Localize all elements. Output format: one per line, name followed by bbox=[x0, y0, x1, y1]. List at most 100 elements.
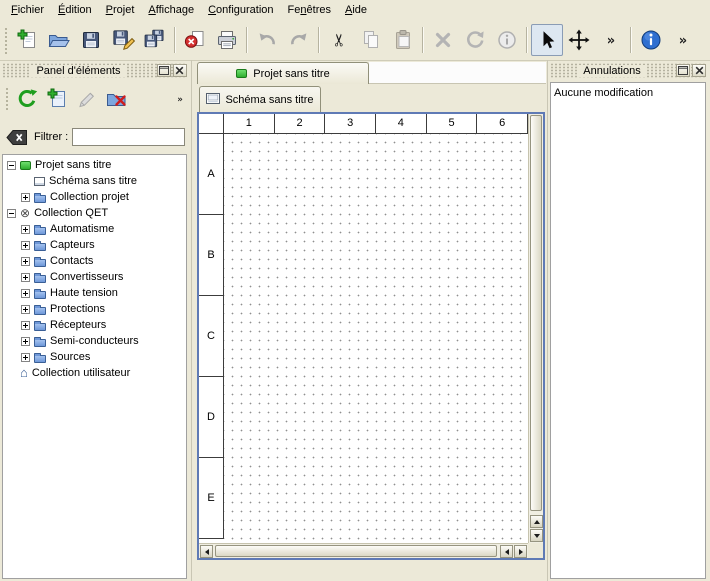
menu-fichier[interactable]: Fichier bbox=[4, 2, 51, 18]
select-mode-button[interactable] bbox=[531, 24, 563, 56]
tree-item[interactable]: Projet sans titre bbox=[3, 157, 186, 173]
tree-item[interactable]: Contacts bbox=[3, 253, 186, 269]
element-info-button[interactable] bbox=[491, 24, 523, 56]
toolbar-overflow-button[interactable]: » bbox=[595, 24, 627, 56]
tree-item[interactable]: Haute tension bbox=[3, 285, 186, 301]
about-button[interactable] bbox=[635, 24, 667, 56]
tree-expander[interactable] bbox=[7, 161, 16, 170]
menu-aide[interactable]: Aide bbox=[338, 2, 374, 18]
scroll-up-button[interactable] bbox=[530, 515, 543, 528]
open-document-button[interactable] bbox=[43, 24, 75, 56]
tree-item-label: Capteurs bbox=[50, 237, 95, 253]
close-panel-button[interactable] bbox=[173, 64, 187, 77]
scroll-left-button-2[interactable] bbox=[500, 545, 513, 558]
tree-expander[interactable] bbox=[21, 225, 30, 234]
tree-expander[interactable] bbox=[21, 353, 30, 362]
float-undo-panel-button[interactable] bbox=[676, 64, 690, 77]
folder-icon bbox=[34, 275, 46, 283]
column-header: 2 bbox=[275, 114, 326, 134]
menu-edition[interactable]: Édition bbox=[51, 2, 99, 18]
redo-button[interactable] bbox=[283, 24, 315, 56]
row-header: C bbox=[199, 296, 224, 377]
save-button[interactable] bbox=[75, 24, 107, 56]
scroll-down-button[interactable] bbox=[530, 529, 543, 542]
copy-button[interactable] bbox=[355, 24, 387, 56]
tree-item[interactable]: Capteurs bbox=[3, 237, 186, 253]
schema-tab[interactable]: Schéma sans titre bbox=[199, 86, 321, 112]
project-tab[interactable]: Projet sans titre bbox=[197, 62, 369, 84]
new-document-button[interactable] bbox=[11, 24, 43, 56]
menu-affichage[interactable]: Affichage bbox=[141, 2, 201, 18]
undo-button[interactable] bbox=[251, 24, 283, 56]
rotate-button[interactable] bbox=[459, 24, 491, 56]
tree-expander-none bbox=[7, 369, 16, 378]
tree-expander[interactable] bbox=[21, 289, 30, 298]
tree-item-label: Contacts bbox=[50, 253, 93, 269]
tree-expander[interactable] bbox=[21, 305, 30, 314]
menu-projet[interactable]: Projet bbox=[99, 2, 142, 18]
close-file-button[interactable] bbox=[179, 24, 211, 56]
tree-item[interactable]: Protections bbox=[3, 301, 186, 317]
tree-item-label: Convertisseurs bbox=[50, 269, 123, 285]
horizontal-scrollbar[interactable] bbox=[199, 543, 528, 558]
delete-button[interactable] bbox=[427, 24, 459, 56]
toolbar-overflow-2-button[interactable]: » bbox=[667, 24, 699, 56]
float-panel-button[interactable] bbox=[157, 64, 171, 77]
new-element-button[interactable] bbox=[42, 84, 72, 114]
schema-canvas[interactable] bbox=[224, 134, 528, 543]
tree-item[interactable]: ⌂Collection utilisateur bbox=[3, 365, 186, 381]
reload-collections-button[interactable] bbox=[12, 84, 42, 114]
folder-icon bbox=[34, 323, 46, 331]
elements-panel-buttons bbox=[12, 84, 132, 114]
move-mode-button[interactable] bbox=[563, 24, 595, 56]
vertical-scrollbar-thumb[interactable] bbox=[530, 115, 542, 511]
tree-expander[interactable] bbox=[21, 241, 30, 250]
schema-tab-label: Schéma sans titre bbox=[225, 94, 313, 106]
tree-item[interactable]: Automatisme bbox=[3, 221, 186, 237]
grid-corner bbox=[199, 114, 224, 134]
filter-input[interactable] bbox=[72, 128, 185, 146]
arrow-left-icon bbox=[505, 549, 509, 555]
print-button[interactable] bbox=[211, 24, 243, 56]
tree-expander[interactable] bbox=[21, 321, 30, 330]
close-undo-panel-button[interactable] bbox=[692, 64, 706, 77]
elements-panel-titlebar[interactable]: Panel d'éléments bbox=[2, 63, 187, 78]
cut-button[interactable]: ✂ bbox=[323, 24, 355, 56]
tree-item[interactable]: Convertisseurs bbox=[3, 269, 186, 285]
tree-item[interactable]: Sources bbox=[3, 349, 186, 365]
scroll-left-button[interactable] bbox=[200, 545, 213, 558]
tree-expander[interactable] bbox=[7, 209, 16, 218]
menu-configuration[interactable]: Configuration bbox=[201, 2, 280, 18]
paste-button[interactable] bbox=[387, 24, 419, 56]
tree-item[interactable]: ⊗Collection QET bbox=[3, 205, 186, 221]
save-all-button[interactable] bbox=[139, 24, 171, 56]
horizontal-scrollbar-thumb[interactable] bbox=[215, 545, 497, 557]
tree-expander[interactable] bbox=[21, 337, 30, 346]
undo-list-item[interactable]: Aucune modification bbox=[554, 85, 702, 101]
svg-text:»: » bbox=[607, 34, 615, 49]
clear-filter-button[interactable] bbox=[4, 128, 30, 146]
panel-overflow-button[interactable]: » bbox=[171, 84, 189, 114]
tree-item[interactable]: Récepteurs bbox=[3, 317, 186, 333]
arrow-left-icon bbox=[205, 549, 209, 555]
menu-fenetres[interactable]: Fenêtres bbox=[281, 2, 338, 18]
save-as-button[interactable] bbox=[107, 24, 139, 56]
delete-element-button[interactable] bbox=[102, 84, 132, 114]
menu-bar: FichierÉditionProjetAffichageConfigurati… bbox=[0, 0, 710, 20]
scroll-right-button[interactable] bbox=[514, 545, 527, 558]
vertical-scrollbar[interactable] bbox=[528, 114, 543, 543]
tree-item-label: Projet sans titre bbox=[35, 157, 111, 173]
toolbar-grip[interactable] bbox=[3, 26, 9, 54]
tree-expander[interactable] bbox=[21, 257, 30, 266]
tree-item[interactable]: Schéma sans titre bbox=[3, 173, 186, 189]
tree-item-label: Schéma sans titre bbox=[49, 173, 137, 189]
edit-element-button[interactable] bbox=[72, 84, 102, 114]
panel-toolbar-grip[interactable] bbox=[4, 86, 10, 112]
home-icon: ⌂ bbox=[20, 367, 28, 379]
undo-panel-titlebar[interactable]: Annulations bbox=[550, 63, 706, 78]
tree-expander[interactable] bbox=[21, 193, 30, 202]
qet-collection-icon: ⊗ bbox=[20, 207, 30, 219]
tree-item[interactable]: Semi-conducteurs bbox=[3, 333, 186, 349]
tree-expander[interactable] bbox=[21, 273, 30, 282]
tree-item[interactable]: Collection projet bbox=[3, 189, 186, 205]
